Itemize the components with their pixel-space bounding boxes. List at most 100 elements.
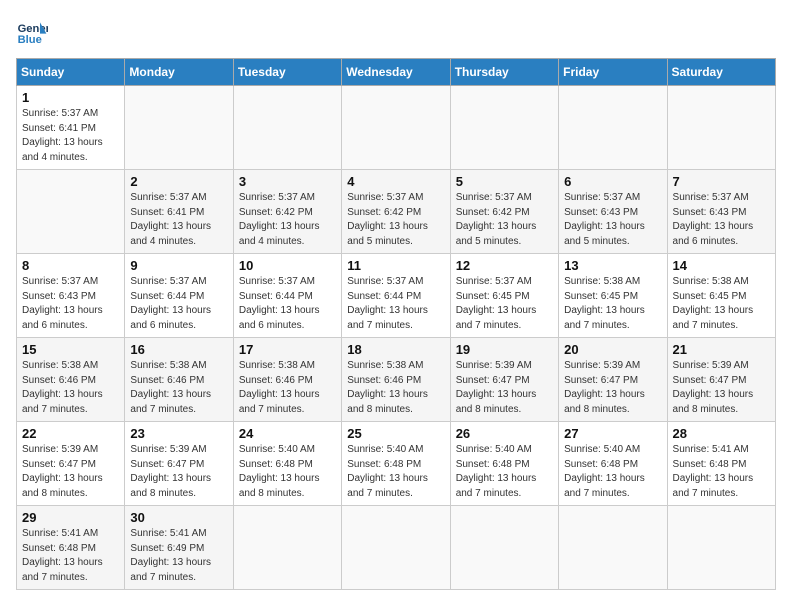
day-number: 27 (564, 426, 661, 441)
cell-info: Sunrise: 5:40 AMSunset: 6:48 PMDaylight:… (456, 444, 537, 499)
day-of-week-header: Sunday (17, 59, 125, 86)
cell-info: Sunrise: 5:38 AMSunset: 6:46 PMDaylight:… (130, 360, 211, 415)
calendar-cell: 30 Sunrise: 5:41 AMSunset: 6:49 PMDaylig… (125, 506, 233, 590)
calendar-cell (342, 506, 450, 590)
cell-info: Sunrise: 5:37 AMSunset: 6:44 PMDaylight:… (130, 276, 211, 331)
cell-info: Sunrise: 5:41 AMSunset: 6:48 PMDaylight:… (673, 444, 754, 499)
calendar-cell: 14 Sunrise: 5:38 AMSunset: 6:45 PMDaylig… (667, 254, 775, 338)
cell-info: Sunrise: 5:37 AMSunset: 6:44 PMDaylight:… (239, 276, 320, 331)
day-number: 18 (347, 342, 444, 357)
calendar-cell: 8 Sunrise: 5:37 AMSunset: 6:43 PMDayligh… (17, 254, 125, 338)
cell-info: Sunrise: 5:37 AMSunset: 6:41 PMDaylight:… (130, 192, 211, 247)
day-number: 28 (673, 426, 770, 441)
page-header: General Blue (16, 16, 776, 48)
calendar-cell (233, 86, 341, 170)
cell-info: Sunrise: 5:39 AMSunset: 6:47 PMDaylight:… (22, 444, 103, 499)
cell-info: Sunrise: 5:39 AMSunset: 6:47 PMDaylight:… (456, 360, 537, 415)
day-of-week-header: Saturday (667, 59, 775, 86)
svg-text:Blue: Blue (18, 34, 42, 46)
calendar-week-row: 2 Sunrise: 5:37 AMSunset: 6:41 PMDayligh… (17, 170, 776, 254)
day-number: 9 (130, 258, 227, 273)
cell-info: Sunrise: 5:37 AMSunset: 6:41 PMDaylight:… (22, 108, 103, 163)
calendar-week-row: 1 Sunrise: 5:37 AMSunset: 6:41 PMDayligh… (17, 86, 776, 170)
calendar-cell (125, 86, 233, 170)
calendar-cell: 2 Sunrise: 5:37 AMSunset: 6:41 PMDayligh… (125, 170, 233, 254)
calendar-cell: 27 Sunrise: 5:40 AMSunset: 6:48 PMDaylig… (559, 422, 667, 506)
day-number: 1 (22, 90, 119, 105)
cell-info: Sunrise: 5:37 AMSunset: 6:42 PMDaylight:… (347, 192, 428, 247)
day-number: 11 (347, 258, 444, 273)
cell-info: Sunrise: 5:39 AMSunset: 6:47 PMDaylight:… (564, 360, 645, 415)
calendar-cell: 7 Sunrise: 5:37 AMSunset: 6:43 PMDayligh… (667, 170, 775, 254)
cell-info: Sunrise: 5:40 AMSunset: 6:48 PMDaylight:… (239, 444, 320, 499)
cell-info: Sunrise: 5:37 AMSunset: 6:45 PMDaylight:… (456, 276, 537, 331)
calendar-cell (559, 86, 667, 170)
calendar-cell: 29 Sunrise: 5:41 AMSunset: 6:48 PMDaylig… (17, 506, 125, 590)
calendar-body: 1 Sunrise: 5:37 AMSunset: 6:41 PMDayligh… (17, 86, 776, 590)
calendar-cell: 20 Sunrise: 5:39 AMSunset: 6:47 PMDaylig… (559, 338, 667, 422)
cell-info: Sunrise: 5:40 AMSunset: 6:48 PMDaylight:… (564, 444, 645, 499)
day-of-week-header: Tuesday (233, 59, 341, 86)
calendar-cell: 23 Sunrise: 5:39 AMSunset: 6:47 PMDaylig… (125, 422, 233, 506)
calendar-cell (450, 86, 558, 170)
calendar-week-row: 29 Sunrise: 5:41 AMSunset: 6:48 PMDaylig… (17, 506, 776, 590)
calendar-cell: 12 Sunrise: 5:37 AMSunset: 6:45 PMDaylig… (450, 254, 558, 338)
calendar-cell: 26 Sunrise: 5:40 AMSunset: 6:48 PMDaylig… (450, 422, 558, 506)
cell-info: Sunrise: 5:38 AMSunset: 6:45 PMDaylight:… (673, 276, 754, 331)
calendar-cell: 16 Sunrise: 5:38 AMSunset: 6:46 PMDaylig… (125, 338, 233, 422)
day-number: 21 (673, 342, 770, 357)
cell-info: Sunrise: 5:40 AMSunset: 6:48 PMDaylight:… (347, 444, 428, 499)
day-number: 7 (673, 174, 770, 189)
day-number: 12 (456, 258, 553, 273)
day-number: 4 (347, 174, 444, 189)
calendar-cell: 18 Sunrise: 5:38 AMSunset: 6:46 PMDaylig… (342, 338, 450, 422)
logo: General Blue (16, 16, 52, 48)
day-number: 2 (130, 174, 227, 189)
day-number: 24 (239, 426, 336, 441)
calendar-week-row: 22 Sunrise: 5:39 AMSunset: 6:47 PMDaylig… (17, 422, 776, 506)
calendar-cell: 21 Sunrise: 5:39 AMSunset: 6:47 PMDaylig… (667, 338, 775, 422)
calendar-table: SundayMondayTuesdayWednesdayThursdayFrid… (16, 58, 776, 590)
calendar-cell: 10 Sunrise: 5:37 AMSunset: 6:44 PMDaylig… (233, 254, 341, 338)
day-of-week-header: Thursday (450, 59, 558, 86)
calendar-cell: 24 Sunrise: 5:40 AMSunset: 6:48 PMDaylig… (233, 422, 341, 506)
calendar-cell: 28 Sunrise: 5:41 AMSunset: 6:48 PMDaylig… (667, 422, 775, 506)
day-number: 14 (673, 258, 770, 273)
day-of-week-header: Monday (125, 59, 233, 86)
day-number: 29 (22, 510, 119, 525)
day-number: 22 (22, 426, 119, 441)
cell-info: Sunrise: 5:38 AMSunset: 6:46 PMDaylight:… (347, 360, 428, 415)
calendar-cell: 25 Sunrise: 5:40 AMSunset: 6:48 PMDaylig… (342, 422, 450, 506)
calendar-cell: 15 Sunrise: 5:38 AMSunset: 6:46 PMDaylig… (17, 338, 125, 422)
cell-info: Sunrise: 5:41 AMSunset: 6:49 PMDaylight:… (130, 528, 211, 583)
cell-info: Sunrise: 5:37 AMSunset: 6:42 PMDaylight:… (456, 192, 537, 247)
logo-icon: General Blue (16, 16, 48, 48)
calendar-cell: 4 Sunrise: 5:37 AMSunset: 6:42 PMDayligh… (342, 170, 450, 254)
cell-info: Sunrise: 5:38 AMSunset: 6:45 PMDaylight:… (564, 276, 645, 331)
day-number: 19 (456, 342, 553, 357)
cell-info: Sunrise: 5:41 AMSunset: 6:48 PMDaylight:… (22, 528, 103, 583)
calendar-cell: 17 Sunrise: 5:38 AMSunset: 6:46 PMDaylig… (233, 338, 341, 422)
day-number: 25 (347, 426, 444, 441)
day-number: 3 (239, 174, 336, 189)
calendar-cell: 5 Sunrise: 5:37 AMSunset: 6:42 PMDayligh… (450, 170, 558, 254)
day-number: 5 (456, 174, 553, 189)
calendar-cell (17, 170, 125, 254)
calendar-cell: 1 Sunrise: 5:37 AMSunset: 6:41 PMDayligh… (17, 86, 125, 170)
day-number: 20 (564, 342, 661, 357)
calendar-cell (559, 506, 667, 590)
day-number: 6 (564, 174, 661, 189)
cell-info: Sunrise: 5:38 AMSunset: 6:46 PMDaylight:… (22, 360, 103, 415)
calendar-week-row: 15 Sunrise: 5:38 AMSunset: 6:46 PMDaylig… (17, 338, 776, 422)
calendar-cell: 11 Sunrise: 5:37 AMSunset: 6:44 PMDaylig… (342, 254, 450, 338)
calendar-cell (233, 506, 341, 590)
cell-info: Sunrise: 5:37 AMSunset: 6:43 PMDaylight:… (673, 192, 754, 247)
cell-info: Sunrise: 5:37 AMSunset: 6:43 PMDaylight:… (564, 192, 645, 247)
calendar-cell: 3 Sunrise: 5:37 AMSunset: 6:42 PMDayligh… (233, 170, 341, 254)
day-of-week-header: Friday (559, 59, 667, 86)
calendar-cell: 6 Sunrise: 5:37 AMSunset: 6:43 PMDayligh… (559, 170, 667, 254)
calendar-cell (667, 86, 775, 170)
day-number: 8 (22, 258, 119, 273)
day-number: 30 (130, 510, 227, 525)
cell-info: Sunrise: 5:39 AMSunset: 6:47 PMDaylight:… (130, 444, 211, 499)
